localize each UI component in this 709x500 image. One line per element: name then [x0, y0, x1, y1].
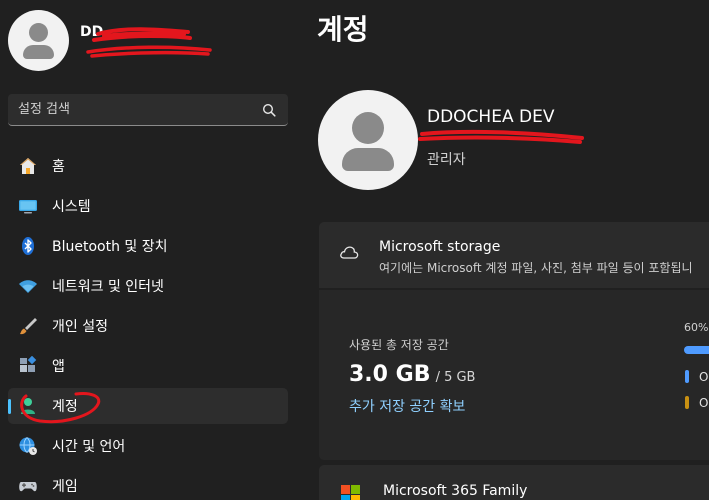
legend-marker-blue	[685, 370, 689, 383]
avatar-body-shape	[342, 148, 394, 171]
avatar-head-shape	[29, 23, 48, 42]
user-avatar[interactable]	[8, 10, 69, 71]
microsoft-logo-icon	[341, 485, 361, 500]
brush-icon	[20, 318, 37, 335]
redaction-scribble	[86, 27, 212, 58]
bluetooth-icon	[22, 237, 34, 255]
sidebar-item-label: Bluetooth 및 장치	[52, 239, 168, 255]
globe-clock-icon	[19, 437, 37, 455]
m365-card[interactable]: Microsoft 365 Family	[319, 465, 709, 500]
sidebar-nav: 홈 시스템 Bluetooth 및 장치 네트워크 및 인터넷 개인 설정 앱 …	[8, 148, 288, 500]
search-input[interactable]	[18, 94, 258, 125]
main-panel: 계정 DDOCHEA DEV 관리자 Microsoft storage 여기에…	[300, 0, 709, 500]
sidebar-item-accounts[interactable]: 계정	[8, 388, 288, 424]
account-name: DDOCHEA DEV	[427, 107, 555, 127]
storage-total-amount: / 5 GB	[435, 370, 476, 385]
gamepad-icon	[19, 482, 37, 492]
add-storage-link[interactable]: 추가 저장 공간 확보	[349, 396, 465, 416]
storage-used-amount: 3.0 GB	[349, 362, 431, 387]
m365-title: Microsoft 365 Family	[383, 483, 528, 499]
apps-icon	[20, 356, 37, 372]
page-title: 계정	[317, 13, 369, 46]
sidebar-item-label: 시스템	[52, 199, 91, 215]
legend-marker-gold	[685, 396, 689, 409]
search-box[interactable]	[8, 94, 288, 126]
sidebar-item-label: 시간 및 언어	[52, 439, 126, 455]
account-avatar[interactable]	[318, 90, 418, 190]
sidebar-item-bluetooth[interactable]: Bluetooth 및 장치	[8, 228, 288, 264]
sidebar-item-personalization[interactable]: 개인 설정	[8, 308, 288, 344]
sidebar-item-label: 계정	[52, 399, 78, 415]
sidebar-item-gaming[interactable]: 게임	[8, 468, 288, 500]
storage-used-label: 사용된 총 저장 공간	[349, 338, 449, 352]
legend-label: O	[699, 396, 709, 410]
sidebar-user-name: DD	[80, 24, 104, 40]
sidebar-item-home[interactable]: 홈	[8, 148, 288, 184]
search-icon[interactable]	[262, 103, 276, 117]
redaction-scribble	[418, 129, 584, 144]
storage-description: 여기에는 Microsoft 계정 파일, 사진, 첨부 파일 등이 포함됩니	[379, 261, 693, 275]
sidebar-item-network[interactable]: 네트워크 및 인터넷	[8, 268, 288, 304]
storage-card-header[interactable]: Microsoft storage 여기에는 Microsoft 계정 파일, …	[319, 222, 709, 288]
sidebar-item-label: 홈	[52, 159, 65, 175]
sidebar: DD 홈 시스템	[0, 0, 300, 500]
sidebar-item-label: 앱	[52, 359, 65, 375]
cloud-icon	[340, 246, 359, 259]
account-icon	[21, 398, 35, 414]
storage-used-value: 3.0 GB / 5 GB	[349, 362, 475, 387]
sidebar-item-time-language[interactable]: 시간 및 언어	[8, 428, 288, 464]
storage-usage-bar	[684, 346, 709, 354]
storage-percent-label: 60%	[684, 321, 709, 334]
account-role: 관리자	[427, 152, 466, 168]
sidebar-item-label: 게임	[52, 479, 78, 495]
legend-label: O	[699, 370, 709, 384]
storage-card-body: 사용된 총 저장 공간 3.0 GB / 5 GB 추가 저장 공간 확보 60…	[319, 290, 709, 460]
storage-title: Microsoft storage	[379, 239, 501, 255]
avatar-head-shape	[352, 112, 384, 144]
system-icon	[19, 200, 37, 214]
sidebar-item-label: 개인 설정	[52, 319, 108, 335]
home-icon	[20, 158, 36, 174]
wifi-icon	[19, 280, 37, 293]
sidebar-item-system[interactable]: 시스템	[8, 188, 288, 224]
sidebar-item-label: 네트워크 및 인터넷	[52, 279, 164, 295]
sidebar-item-apps[interactable]: 앱	[8, 348, 288, 384]
avatar-body-shape	[23, 45, 54, 59]
